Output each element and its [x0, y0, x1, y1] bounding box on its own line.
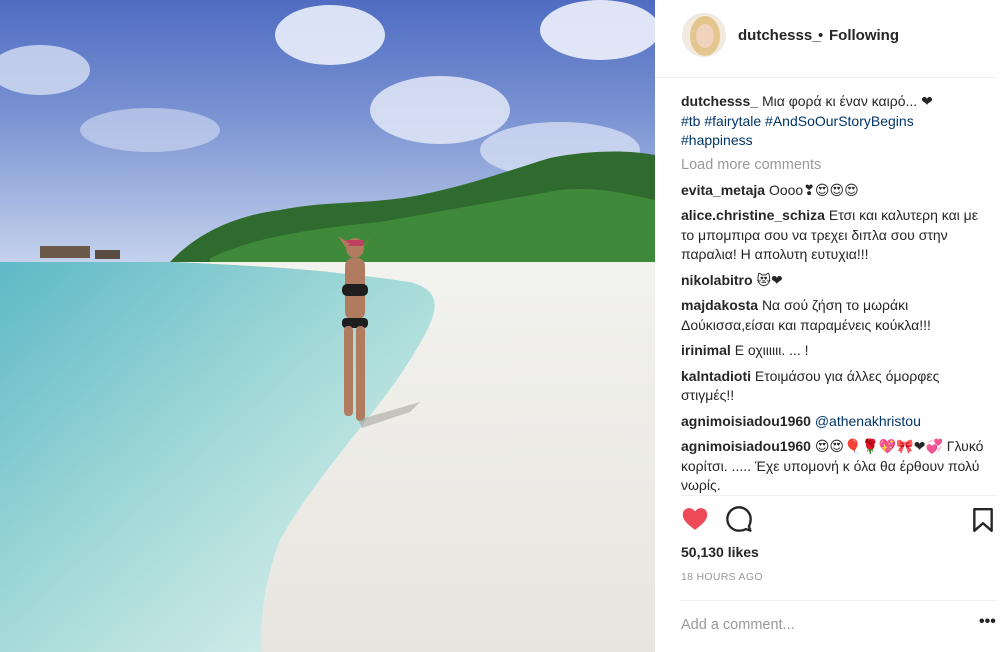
comment-username[interactable]: agnimoisiadou1960 [681, 438, 811, 454]
comment: kalntadioti Ετοιμάσου για άλλες όμορφες … [681, 367, 985, 406]
comment-username[interactable]: kalntadioti [681, 368, 751, 384]
caption: dutchesss_ Μια φορά κι έναν καιρό... ❤ #… [681, 92, 985, 151]
comment-text: Ε οχιιιιιι. ... ! [734, 342, 809, 358]
comment-username[interactable]: irinimal [681, 342, 731, 358]
comment: evita_metaja Οοοο❣😍😍😍 [681, 181, 985, 201]
comment: agnimoisiadou1960 😍😍🎈🌹💖🎀❤💞 Γλυκό κορίτσι… [681, 437, 985, 496]
avatar[interactable] [682, 13, 726, 57]
post-photo[interactable] [0, 0, 655, 652]
caption-hashtag-happiness[interactable]: #happiness [681, 132, 753, 148]
comment-username[interactable]: evita_metaja [681, 182, 765, 198]
like-button[interactable] [681, 505, 709, 533]
post-header: dutchesss_ • Following [655, 0, 997, 78]
add-comment-section: ••• [681, 600, 997, 652]
actions-divider [681, 495, 997, 496]
comment-text: Οοοο❣😍😍😍 [768, 181, 859, 198]
following-button[interactable]: Following [829, 27, 899, 44]
caption-username[interactable]: dutchesss_ [681, 93, 758, 109]
comment-bubble-icon [726, 506, 752, 532]
likes-count[interactable]: 50,130 likes [681, 544, 759, 560]
comment-username[interactable]: majdakosta [681, 297, 758, 313]
post-author-username[interactable]: dutchesss_ [738, 27, 821, 44]
bookmark-icon [973, 507, 993, 533]
comment: agnimoisiadou1960 @athenakhristou [681, 412, 985, 432]
add-comment-input[interactable] [681, 614, 951, 636]
comment: majdakosta Να σού ζήση το μωράκι Δούκισσ… [681, 296, 985, 335]
more-options-button[interactable]: ••• [979, 614, 997, 634]
comment: irinimal Ε οχιιιιιι. ... ! [681, 341, 985, 361]
post-actions [681, 505, 997, 535]
comments-list[interactable]: dutchesss_ Μια φορά κι έναν καιρό... ❤ #… [681, 92, 985, 496]
comment: alice.christine_schiza Ετσι και καλυτερη… [681, 206, 985, 265]
page-edge [997, 0, 1007, 652]
comment-username[interactable]: alice.christine_schiza [681, 207, 825, 223]
beach-photo-image [0, 0, 655, 652]
avatar-image [683, 14, 725, 56]
comment-username[interactable]: nikolabitro [681, 272, 753, 288]
caption-hashtags[interactable]: #tb #fairytale #AndSoOurStoryBegins [681, 113, 914, 129]
post-sidebar: dutchesss_ • Following dutchesss_ Μια φο… [655, 0, 997, 652]
comment-text: 😻❤ [756, 271, 783, 288]
comment-button[interactable] [725, 505, 753, 533]
comment: nikolabitro 😻❤ [681, 271, 985, 291]
save-button[interactable] [972, 507, 994, 533]
caption-text: Μια φορά κι έναν καιρό... ❤ [761, 93, 933, 109]
header-separator: • [818, 27, 824, 44]
comment-username[interactable]: agnimoisiadou1960 [681, 413, 811, 429]
post-timestamp[interactable]: 18 HOURS AGO [681, 571, 763, 583]
load-more-comments-link[interactable]: Load more comments [681, 157, 985, 173]
heart-filled-icon [682, 508, 708, 530]
comment-mention[interactable]: @athenakhristou [815, 413, 921, 429]
